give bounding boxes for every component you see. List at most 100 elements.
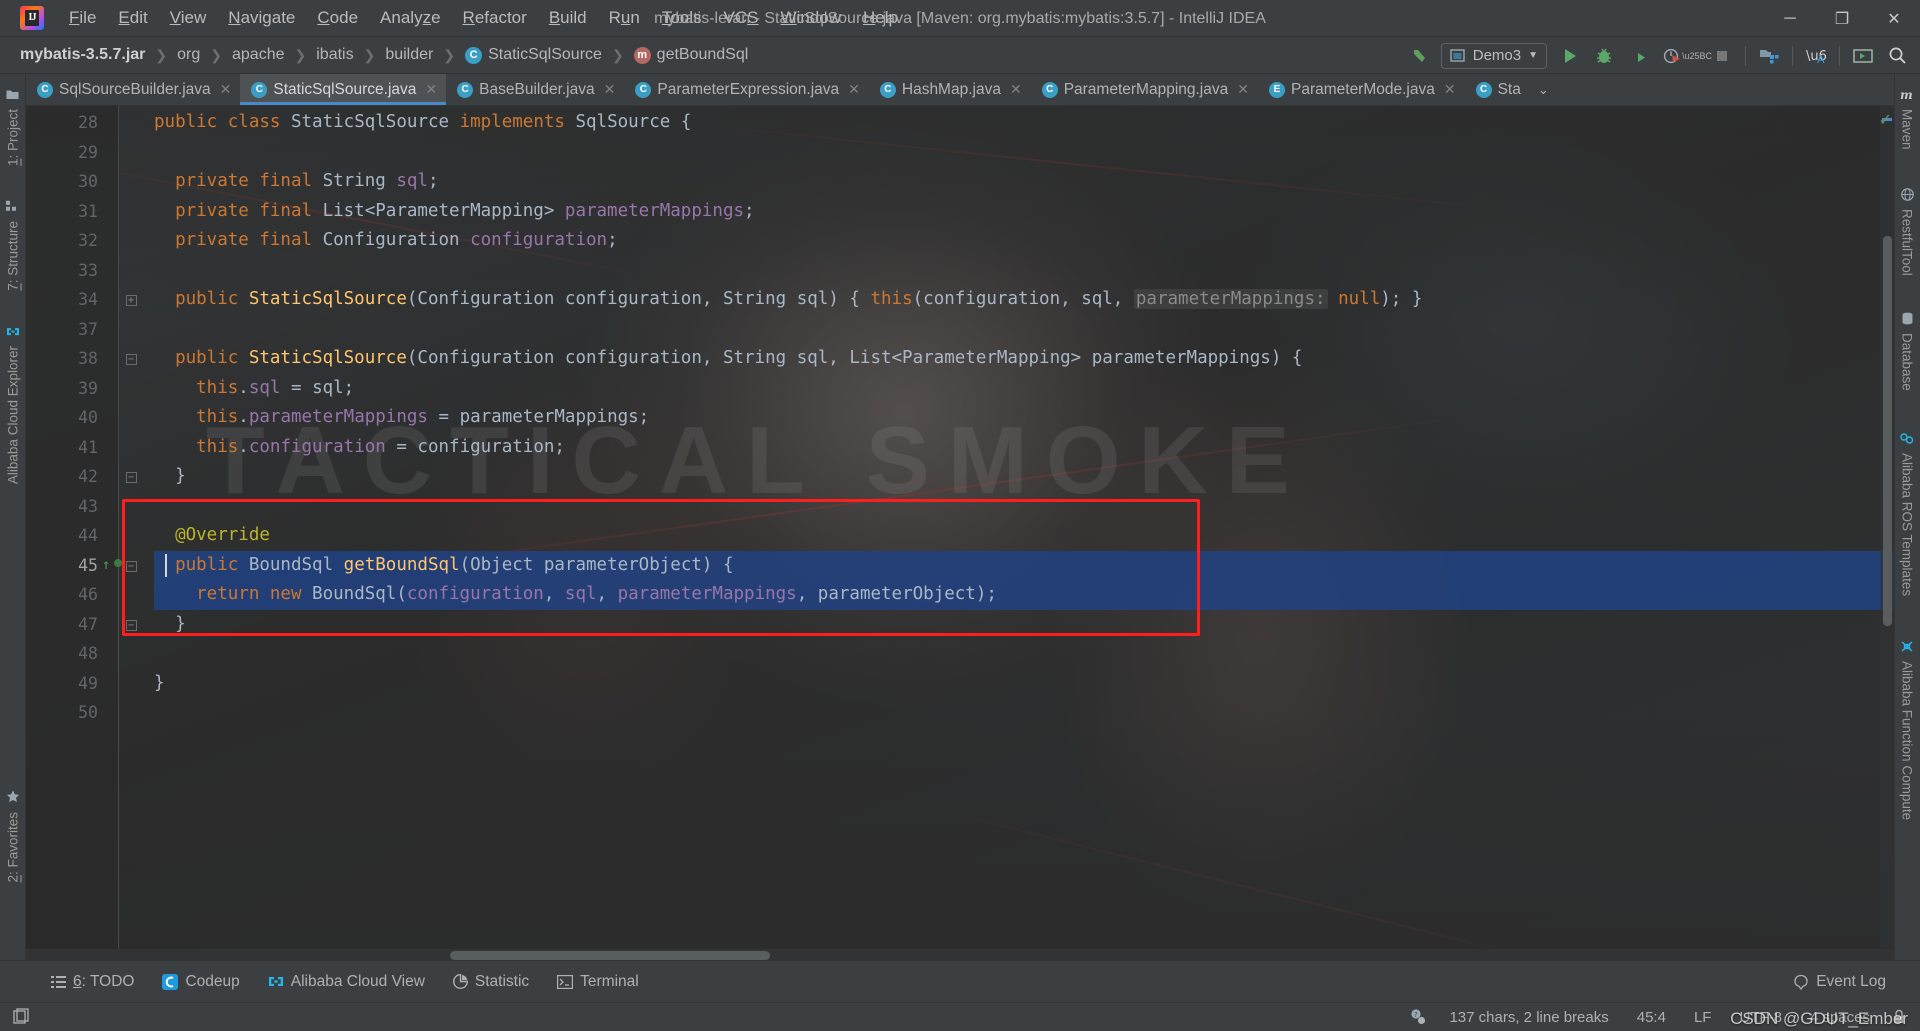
editor-tab-parametermode-java[interactable]: E ParameterMode.java ✕ bbox=[1257, 74, 1465, 105]
sidebar-item-1-project[interactable]: 1: Project bbox=[0, 82, 26, 172]
profiler-dropdown-icon[interactable]: \u25BC bbox=[1682, 41, 1712, 71]
breadcrumb-item-apache[interactable]: apache bbox=[230, 44, 287, 66]
editor-vertical-scrollbar-thumb[interactable] bbox=[1883, 236, 1892, 626]
editor-tab-basebuilder-java[interactable]: C BaseBuilder.java ✕ bbox=[446, 74, 625, 105]
code-fold-toggle[interactable]: − bbox=[124, 344, 138, 374]
close-tab-icon[interactable]: ✕ bbox=[1010, 81, 1022, 98]
code-line[interactable]: 48 bbox=[26, 639, 1894, 669]
menu-item-edit[interactable]: Edit bbox=[107, 5, 158, 31]
code-line[interactable]: 31 private final List<ParameterMapping> … bbox=[26, 197, 1894, 227]
code-line[interactable]: 47 − } bbox=[26, 610, 1894, 640]
caret-position[interactable]: 45:4 bbox=[1631, 1008, 1672, 1027]
stop-button[interactable] bbox=[1705, 41, 1739, 71]
menu-item-build[interactable]: Build bbox=[538, 5, 598, 31]
code-line[interactable]: 39 this.sql = sql; bbox=[26, 374, 1894, 404]
code-editor[interactable]: TACTICAL SMOKE 28public class StaticSqlS… bbox=[26, 106, 1894, 958]
code-line[interactable]: 44 @Override bbox=[26, 521, 1894, 551]
code-line[interactable]: 43 bbox=[26, 492, 1894, 522]
code-lines[interactable]: 28 public class StaticSqlSource implement… bbox=[26, 106, 1894, 958]
sidebar-item-database[interactable]: Database bbox=[1894, 306, 1920, 397]
run-configuration-selector[interactable]: Demo3 ▼ bbox=[1440, 42, 1547, 69]
close-tab-icon[interactable]: ✕ bbox=[1237, 81, 1249, 98]
close-tab-icon[interactable]: ✕ bbox=[425, 81, 437, 98]
menu-item-analyze[interactable]: Analyze bbox=[369, 5, 452, 31]
file-encoding[interactable]: UTF-8 bbox=[1733, 1008, 1788, 1027]
close-button[interactable]: ✕ bbox=[1868, 0, 1920, 37]
translate-button[interactable]: \u6587 A bbox=[1799, 41, 1833, 71]
debug-button[interactable] bbox=[1587, 41, 1621, 71]
code-line[interactable]: 34 + public StaticSqlSource(Configuration… bbox=[26, 285, 1894, 315]
event-log-button[interactable]: Event Log bbox=[1793, 973, 1886, 991]
code-line[interactable]: 37 bbox=[26, 315, 1894, 345]
run-with-coverage-button[interactable] bbox=[1621, 41, 1655, 71]
back-arrow-icon[interactable] bbox=[1401, 41, 1435, 71]
editor-tabs-overflow-icon[interactable]: ⌄ bbox=[1530, 74, 1557, 105]
code-line[interactable]: 49} bbox=[26, 669, 1894, 699]
read-only-lock-icon[interactable] bbox=[1892, 1009, 1906, 1025]
bottom-tool-terminal[interactable]: Terminal bbox=[546, 970, 650, 994]
sidebar-item-alibaba-function-compute[interactable]: Alibaba Function Compute bbox=[1894, 634, 1920, 826]
override-method-gutter-icon[interactable]: ↑ bbox=[102, 557, 110, 573]
menu-item-refactor[interactable]: Refactor bbox=[452, 5, 538, 31]
bottom-tool-alibaba-cloud-view[interactable]: Alibaba Cloud View bbox=[257, 970, 436, 994]
sidebar-item-alibaba-ros-templates[interactable]: Alibaba ROS Templates bbox=[1894, 426, 1920, 602]
editor-tab-staticsqlsource-java[interactable]: C StaticSqlSource.java ✕ bbox=[240, 74, 447, 105]
menu-item-vcs[interactable]: VCS bbox=[713, 5, 770, 31]
editor-horizontal-scrollbar-thumb[interactable] bbox=[450, 951, 770, 960]
sidebar-item-7-structure[interactable]: 7: Structure bbox=[0, 194, 26, 297]
close-tab-icon[interactable]: ✕ bbox=[848, 81, 860, 98]
minimize-button[interactable]: ─ bbox=[1764, 0, 1816, 37]
breadcrumb-item-builder[interactable]: builder bbox=[383, 44, 435, 66]
editor-tab-sqlsourcebuilder-java[interactable]: C SqlSourceBuilder.java ✕ bbox=[26, 74, 241, 105]
code-line[interactable]: 50 bbox=[26, 698, 1894, 728]
menu-item-run[interactable]: Run bbox=[598, 5, 651, 31]
terminal-button[interactable] bbox=[1846, 41, 1880, 71]
menu-item-help[interactable]: Help bbox=[852, 5, 909, 31]
code-line[interactable]: 41 this.configuration = configuration; bbox=[26, 433, 1894, 463]
editor-marker-bar[interactable] bbox=[1880, 106, 1894, 958]
toggle-toolwindows-button[interactable] bbox=[12, 1008, 30, 1026]
inspection-status-icon[interactable]: ✓ bbox=[1879, 110, 1892, 130]
code-line[interactable]: 46 return new BoundSql(configuration, sq… bbox=[26, 580, 1894, 610]
breadcrumb-item-org[interactable]: org bbox=[175, 44, 202, 66]
menu-item-tools[interactable]: Tools bbox=[651, 5, 713, 31]
code-line[interactable]: 45 − public BoundSql getBoundSql(Object p… bbox=[26, 551, 1894, 581]
indent-setting[interactable]: 4 spaces bbox=[1804, 1008, 1876, 1027]
code-fold-toggle[interactable]: − bbox=[124, 551, 138, 581]
editor-tab-sta[interactable]: C Sta bbox=[1464, 74, 1530, 105]
sidebar-item-restfultool[interactable]: RestfulTool bbox=[1894, 182, 1920, 282]
search-everywhere-icon[interactable] bbox=[1880, 41, 1914, 71]
maximize-button[interactable]: ❐ bbox=[1816, 0, 1868, 37]
editor-tab-parameterexpression-java[interactable]: C ParameterExpression.java ✕ bbox=[624, 74, 869, 105]
bottom-tool-statistic[interactable]: Statistic bbox=[442, 970, 540, 994]
menu-item-navigate[interactable]: Navigate bbox=[217, 5, 306, 31]
line-separator[interactable]: LF bbox=[1688, 1008, 1718, 1027]
code-line[interactable]: 42 − } bbox=[26, 462, 1894, 492]
editor-tab-hashmap-java[interactable]: C HashMap.java ✕ bbox=[868, 74, 1031, 105]
sidebar-item-maven[interactable]: m Maven bbox=[1894, 82, 1920, 156]
editor-tab-parametermapping-java[interactable]: C ParameterMapping.java ✕ bbox=[1030, 74, 1258, 105]
breadcrumb-item-getboundsql[interactable]: m getBoundSql bbox=[632, 44, 751, 66]
code-fold-toggle[interactable]: + bbox=[124, 285, 138, 315]
inspection-settings-icon[interactable]: ? bbox=[1409, 1008, 1427, 1026]
editor-horizontal-scrollbar-track[interactable] bbox=[26, 949, 1894, 960]
bottom-tool-6-todo[interactable]: 6: TODO bbox=[40, 970, 145, 994]
breadcrumb-item-ibatis[interactable]: ibatis bbox=[314, 44, 355, 66]
code-fold-toggle[interactable]: − bbox=[124, 462, 138, 492]
breadcrumb-item-staticsqlsource[interactable]: C StaticSqlSource bbox=[463, 44, 604, 66]
close-tab-icon[interactable]: ✕ bbox=[604, 81, 616, 98]
code-line[interactable]: 38 − public StaticSqlSource(Configuration… bbox=[26, 344, 1894, 374]
menu-item-window[interactable]: Window bbox=[770, 5, 852, 31]
project-structure-button[interactable] bbox=[1752, 41, 1786, 71]
close-tab-icon[interactable]: ✕ bbox=[1444, 81, 1456, 98]
close-tab-icon[interactable]: ✕ bbox=[220, 81, 232, 98]
breadcrumb-item-mybatis-3-5-7-jar[interactable]: mybatis-3.5.7.jar bbox=[18, 44, 147, 66]
sidebar-item-alibaba-cloud-explorer[interactable]: Alibaba Cloud Explorer bbox=[0, 319, 26, 490]
sidebar-item-2-favorites[interactable]: 2: Favorites bbox=[0, 784, 26, 889]
code-line[interactable]: 29 bbox=[26, 138, 1894, 168]
code-line[interactable]: 28 public class StaticSqlSource implement… bbox=[26, 108, 1894, 138]
code-line[interactable]: 30 private final String sql; bbox=[26, 167, 1894, 197]
code-line[interactable]: 32 private final Configuration configura… bbox=[26, 226, 1894, 256]
menu-item-view[interactable]: View bbox=[159, 5, 218, 31]
code-line[interactable]: 40 this.parameterMappings = parameterMap… bbox=[26, 403, 1894, 433]
